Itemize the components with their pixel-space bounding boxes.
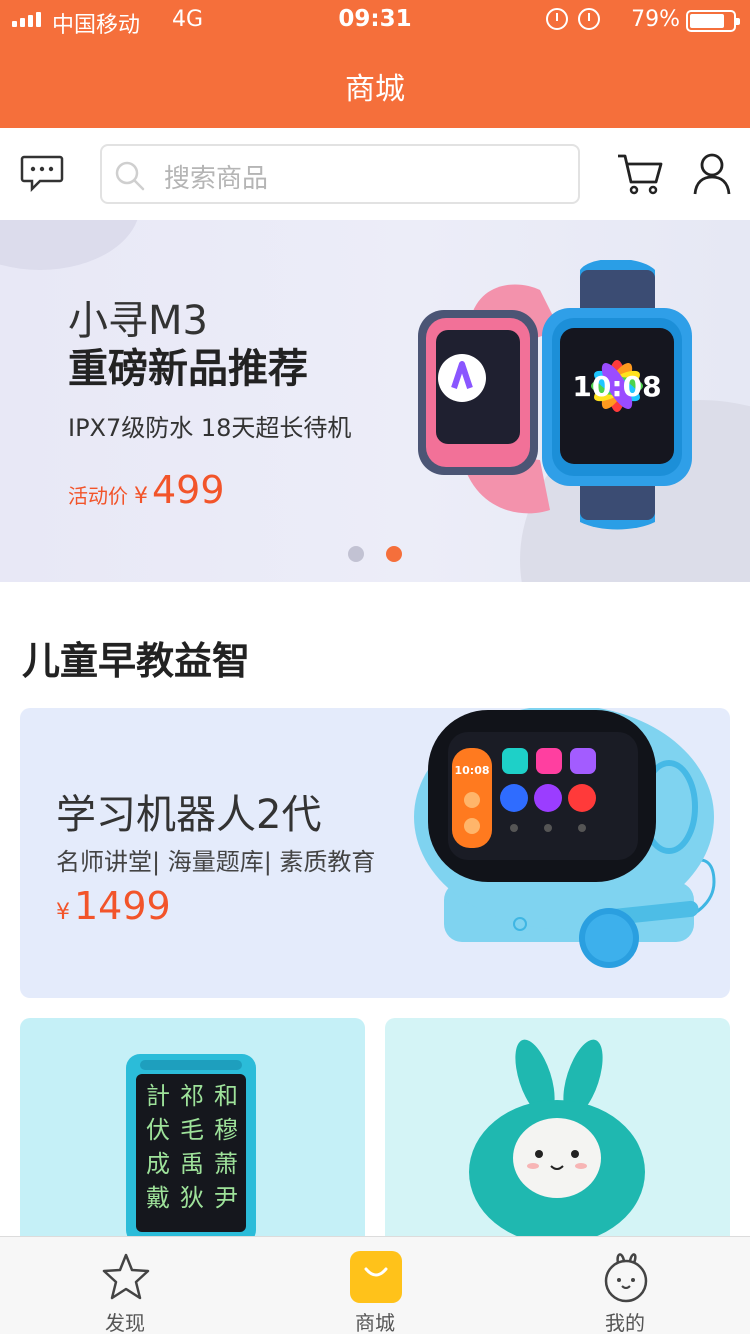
carousel-dots (0, 546, 750, 562)
alarm-icon (578, 8, 600, 30)
bunny-face-icon (604, 1253, 648, 1303)
price-label: 活动价 (68, 484, 128, 508)
bunny-speaker-image (469, 1039, 645, 1244)
tablet-character: 尹 (214, 1184, 238, 1212)
carousel-dot[interactable] (348, 546, 364, 562)
shopping-bag-icon (350, 1251, 402, 1303)
user-icon[interactable] (692, 152, 732, 196)
learning-robot-image: 10:08 (414, 708, 716, 968)
cart-icon[interactable] (616, 152, 664, 196)
robot-screen-time: 10:08 (454, 764, 489, 777)
tablet-character: 穆 (214, 1116, 238, 1144)
currency-symbol: ¥ (134, 484, 148, 509)
tablet-character: 伏 (146, 1116, 170, 1144)
smartwatch-image: 10:08 (418, 260, 692, 530)
banner-headline: 重磅新品推荐 (68, 346, 308, 392)
tab-label: 商城 (355, 1311, 395, 1334)
bottom-tab-bar: 发现 商城 我的 (0, 1236, 750, 1334)
tab-mall[interactable]: 商城 (250, 1237, 500, 1334)
product-price: ¥ 1499 (56, 884, 171, 928)
tablet-character: 禹 (180, 1150, 204, 1178)
price-value: 499 (152, 468, 225, 512)
banner-price: 活动价 ¥ 499 (68, 468, 225, 512)
tablet-character: 戴 (146, 1184, 170, 1212)
tab-label: 发现 (105, 1311, 145, 1334)
top-bar: 中国移动 4G 09:31 79% 商城 (0, 0, 750, 128)
tablet-character: 萧 (214, 1150, 238, 1178)
tablet-character: 狄 (180, 1184, 204, 1212)
banner-subtitle: IPX7级防水 18天超长待机 (68, 414, 352, 442)
product-card-robot[interactable]: 学习机器人2代 名师讲堂| 海量题库| 素质教育 ¥ 1499 10:08 (20, 708, 730, 998)
search-row: 搜索商品 (0, 128, 750, 220)
tablet-character: 和 (214, 1082, 238, 1110)
promo-banner[interactable]: 小寻M3 重磅新品推荐 IPX7级防水 18天超长待机 活动价 ¥ 499 10… (0, 220, 750, 582)
tablet-character: 毛 (180, 1116, 204, 1144)
tab-label: 我的 (605, 1311, 645, 1334)
search-input[interactable]: 搜索商品 (100, 144, 580, 204)
product-card-bunny[interactable] (385, 1018, 730, 1258)
watch-screen-time: 10:08 (572, 370, 661, 403)
search-placeholder: 搜索商品 (164, 164, 269, 194)
tablet-character: 祁 (180, 1082, 204, 1110)
currency-symbol: ¥ (56, 900, 70, 925)
rotation-lock-icon (546, 8, 568, 30)
battery-icon (686, 10, 740, 32)
product-features: 名师讲堂| 海量题库| 素质教育 (56, 848, 376, 876)
tablet-character: 成 (146, 1150, 170, 1178)
tab-discover[interactable]: 发现 (0, 1237, 250, 1334)
writing-tablet-image: 計祁和伏毛穆成禹萧戴狄尹 (126, 1054, 256, 1244)
message-icon[interactable] (20, 154, 64, 194)
search-icon (115, 161, 145, 191)
status-bar: 中国移动 4G 09:31 79% (0, 0, 750, 42)
carousel-dot-active[interactable] (386, 546, 402, 562)
star-icon (102, 1253, 150, 1300)
price-value: 1499 (74, 884, 171, 928)
page-title: 商城 (345, 72, 405, 107)
product-card-tablet[interactable]: 計祁和伏毛穆成禹萧戴狄尹 (20, 1018, 365, 1258)
section-title: 儿童早教益智 (22, 639, 251, 683)
decor-blob (0, 220, 140, 270)
product-name: 学习机器人2代 (56, 792, 322, 838)
tab-me[interactable]: 我的 (500, 1237, 750, 1334)
tablet-character: 計 (146, 1082, 170, 1110)
battery-percent: 79% (631, 7, 680, 32)
